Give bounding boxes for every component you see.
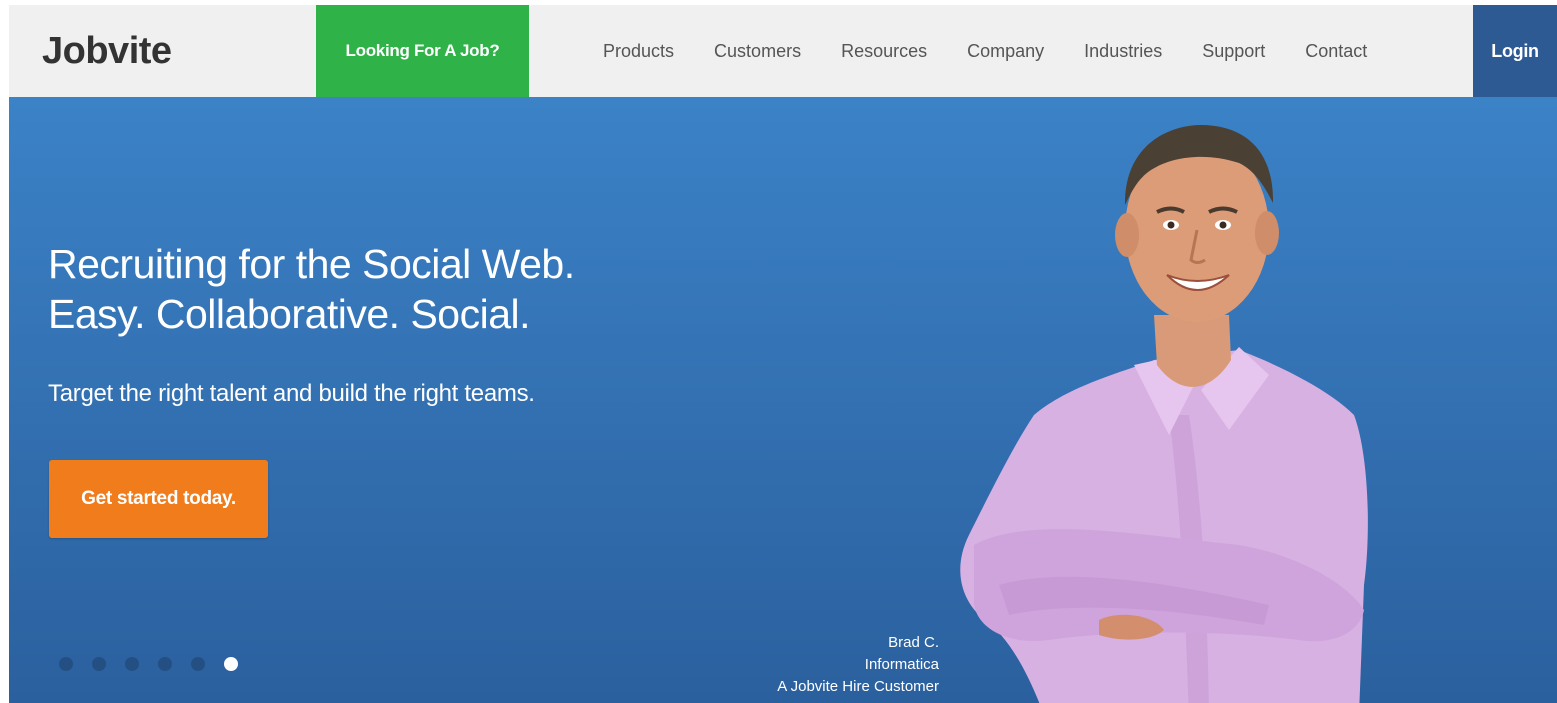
nav-item-contact[interactable]: Contact [1305, 41, 1367, 62]
jobvite-logo[interactable]: Jobvite [42, 30, 172, 73]
customer-photo [960, 125, 1368, 703]
hero-subhead: Target the right talent and build the ri… [48, 380, 535, 407]
looking-for-job-button[interactable]: Looking For A Job? [316, 5, 529, 97]
nav-item-support[interactable]: Support [1202, 41, 1265, 62]
customer-name: Brad C. [888, 634, 939, 651]
customer-tagline: A Jobvite Hire Customer [777, 678, 939, 695]
customer-company: Informatica [864, 656, 939, 673]
headline-line-2: Easy. Collaborative. Social. [48, 291, 531, 337]
nav-item-products[interactable]: Products [603, 41, 674, 62]
carousel-dot[interactable] [92, 657, 106, 671]
main-nav: Products Customers Resources Company Ind… [603, 5, 1367, 97]
carousel-dots [59, 657, 257, 671]
nav-item-resources[interactable]: Resources [841, 41, 927, 62]
headline-line-1: Recruiting for the Social Web. [48, 241, 575, 287]
carousel-dot[interactable] [59, 657, 73, 671]
hero-headline: Recruiting for the Social Web. Easy. Col… [48, 239, 575, 339]
carousel-dot[interactable] [191, 657, 205, 671]
carousel-dot-active[interactable] [224, 657, 238, 671]
nav-item-company[interactable]: Company [967, 41, 1044, 62]
login-button[interactable]: Login [1473, 5, 1557, 97]
site-header: Jobvite Looking For A Job? Products Cust… [9, 5, 1557, 97]
testimonial-caption: Brad C. Informatica A Jobvite Hire Custo… [709, 632, 939, 698]
carousel-dot[interactable] [158, 657, 172, 671]
carousel-dot[interactable] [125, 657, 139, 671]
hero-banner: Recruiting for the Social Web. Easy. Col… [9, 97, 1557, 703]
get-started-button[interactable]: Get started today. [49, 460, 268, 538]
page: Jobvite Looking For A Job? Products Cust… [9, 5, 1557, 703]
nav-item-industries[interactable]: Industries [1084, 41, 1162, 62]
nav-item-customers[interactable]: Customers [714, 41, 801, 62]
